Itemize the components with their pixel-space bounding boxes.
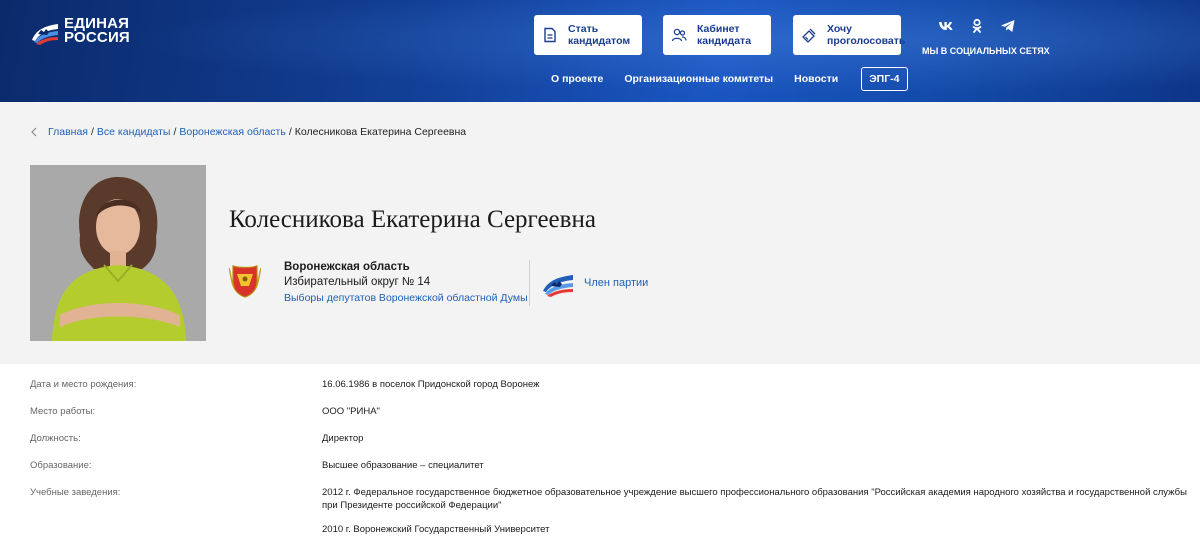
info-label: Место работы:	[30, 406, 96, 417]
nav-org-committees[interactable]: Организационные комитеты	[624, 73, 773, 85]
candidate-cabinet-button[interactable]: Кабинет кандидата	[663, 15, 771, 55]
election-link[interactable]: Выборы депутатов Воронежской областной Д…	[284, 292, 528, 304]
info-label: Дата и место рождения:	[30, 379, 137, 390]
social-block: МЫ В СОЦИАЛЬНЫХ СЕТЯХ	[922, 18, 1050, 56]
breadcrumb-region[interactable]: Воронежская область	[179, 126, 285, 138]
candidate-card: Главная / Все кандидаты / Воронежская об…	[0, 102, 1200, 364]
bear-flag-logo-icon	[32, 24, 58, 45]
candidate-cabinet-line2: кандидата	[697, 35, 752, 47]
users-icon	[671, 28, 687, 42]
info-label: Образование:	[30, 460, 92, 471]
party-logo-icon	[543, 275, 573, 297]
become-candidate-line1: Стать	[568, 23, 599, 35]
candidate-name: Колесникова Екатерина Сергеевна	[229, 206, 596, 233]
info-value: 2010 г. Воронежский Государственный Унив…	[322, 524, 550, 535]
region-name: Воронежская область	[284, 261, 410, 273]
become-candidate-button[interactable]: Стать кандидатом	[534, 15, 642, 55]
candidate-cabinet-line1: Кабинет	[697, 23, 740, 35]
info-value: 2012 г. Федеральное государственное бюдж…	[322, 487, 1187, 511]
odnoklassniki-icon[interactable]	[969, 18, 985, 34]
social-label: МЫ В СОЦИАЛЬНЫХ СЕТЯХ	[922, 46, 1050, 56]
breadcrumb-separator: /	[173, 126, 177, 138]
candidate-photo	[30, 165, 206, 341]
site-header: ЕДИНАЯ РОССИЯ Стать кандидатом Кабинет к…	[0, 0, 1200, 102]
telegram-icon[interactable]	[1000, 18, 1016, 34]
info-value: ООО "РИНА"	[322, 406, 380, 417]
breadcrumb-separator: /	[90, 126, 94, 138]
vk-icon[interactable]	[938, 18, 954, 34]
chevron-left-icon[interactable]	[30, 127, 38, 137]
logo-line-2: РОССИЯ	[64, 29, 130, 46]
divider	[529, 260, 530, 306]
nav-about[interactable]: О проекте	[551, 73, 603, 85]
info-value: Высшее образование – специалитет	[322, 460, 484, 471]
nav-news[interactable]: Новости	[794, 73, 838, 85]
info-value: 16.06.1986 в поселок Придонской город Во…	[322, 379, 540, 390]
document-icon	[544, 27, 556, 43]
want-to-vote-line1: Хочу	[827, 23, 852, 35]
main-nav: О проекте Организационные комитеты Новос…	[551, 67, 908, 91]
info-label: Должность:	[30, 433, 81, 444]
become-candidate-line2: кандидатом	[568, 35, 631, 47]
party-member-label[interactable]: Член партии	[584, 277, 648, 289]
voronezh-coat-of-arms-icon	[229, 265, 261, 298]
ballot-icon	[802, 28, 816, 43]
breadcrumb-home[interactable]: Главная	[48, 126, 88, 138]
region-block: Воронежская область Избирательный округ …	[229, 261, 528, 304]
want-to-vote-line2: проголосовать	[827, 35, 906, 47]
party-member-badge: Член партии	[541, 269, 648, 297]
breadcrumb-separator: /	[288, 126, 292, 138]
site-logo[interactable]: ЕДИНАЯ РОССИЯ	[30, 16, 130, 46]
info-label: Учебные заведения:	[30, 487, 121, 498]
nav-epg-button[interactable]: ЭПГ-4	[861, 67, 908, 91]
portrait-image	[30, 165, 206, 341]
breadcrumb: Главная / Все кандидаты / Воронежская об…	[30, 126, 466, 138]
electoral-district: Избирательный округ № 14	[284, 276, 431, 288]
breadcrumb-all-candidates[interactable]: Все кандидаты	[97, 126, 171, 138]
info-value: Директор	[322, 433, 364, 444]
want-to-vote-button[interactable]: Хочу проголосовать	[793, 15, 905, 55]
breadcrumb-current: Колесникова Екатерина Сергеевна	[294, 126, 467, 138]
